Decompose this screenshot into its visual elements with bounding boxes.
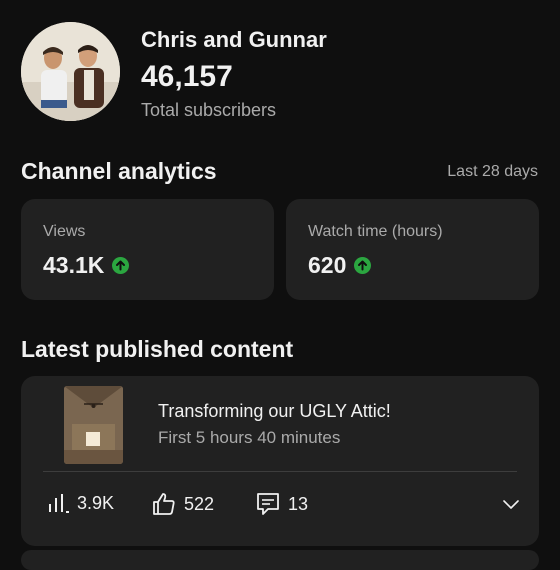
video-thumbnail[interactable]	[64, 386, 123, 464]
latest-content-title: Latest published content	[21, 336, 294, 362]
subscriber-label: Total subscribers	[141, 100, 277, 120]
video-subtitle: First 5 hours 40 minutes	[158, 428, 341, 447]
video-title[interactable]: Transforming our UGLY Attic!	[158, 401, 391, 422]
avatar-image	[21, 22, 120, 121]
channel-avatar[interactable]	[21, 22, 120, 121]
watch-time-card[interactable]: Watch time (hours) 620	[286, 199, 539, 300]
thumbnail-image	[64, 386, 123, 464]
likes-count: 522	[184, 493, 215, 514]
comments-metric: 13	[256, 492, 308, 516]
bar-chart-icon	[49, 494, 69, 513]
arrow-up-icon	[112, 257, 130, 274]
analytics-title: Channel analytics	[21, 158, 217, 184]
chevron-down-icon[interactable]	[501, 494, 521, 519]
watch-time-value: 620	[308, 252, 347, 278]
arrow-up-icon	[354, 257, 372, 274]
views-metric: 3.9K	[47, 492, 114, 514]
views-value-row: 43.1K	[43, 252, 130, 279]
likes-metric: 522	[152, 492, 214, 516]
date-range-label: Last 28 days	[447, 163, 538, 180]
watch-time-label: Watch time (hours)	[308, 223, 443, 240]
latest-video-card[interactable]: Transforming our UGLY Attic! First 5 hou…	[21, 376, 539, 546]
channel-name: Chris and Gunnar	[141, 27, 327, 52]
subscriber-count: 46,157	[141, 60, 233, 93]
comment-icon	[257, 493, 279, 515]
views-card[interactable]: Views 43.1K	[21, 199, 274, 300]
views-count: 3.9K	[77, 492, 115, 513]
comments-count: 13	[288, 493, 309, 514]
views-value: 43.1K	[43, 252, 105, 278]
watch-time-value-row: 620	[308, 252, 372, 279]
next-content-card[interactable]	[21, 550, 539, 570]
divider	[43, 471, 517, 472]
views-label: Views	[43, 223, 86, 240]
thumbs-up-icon	[153, 493, 175, 515]
